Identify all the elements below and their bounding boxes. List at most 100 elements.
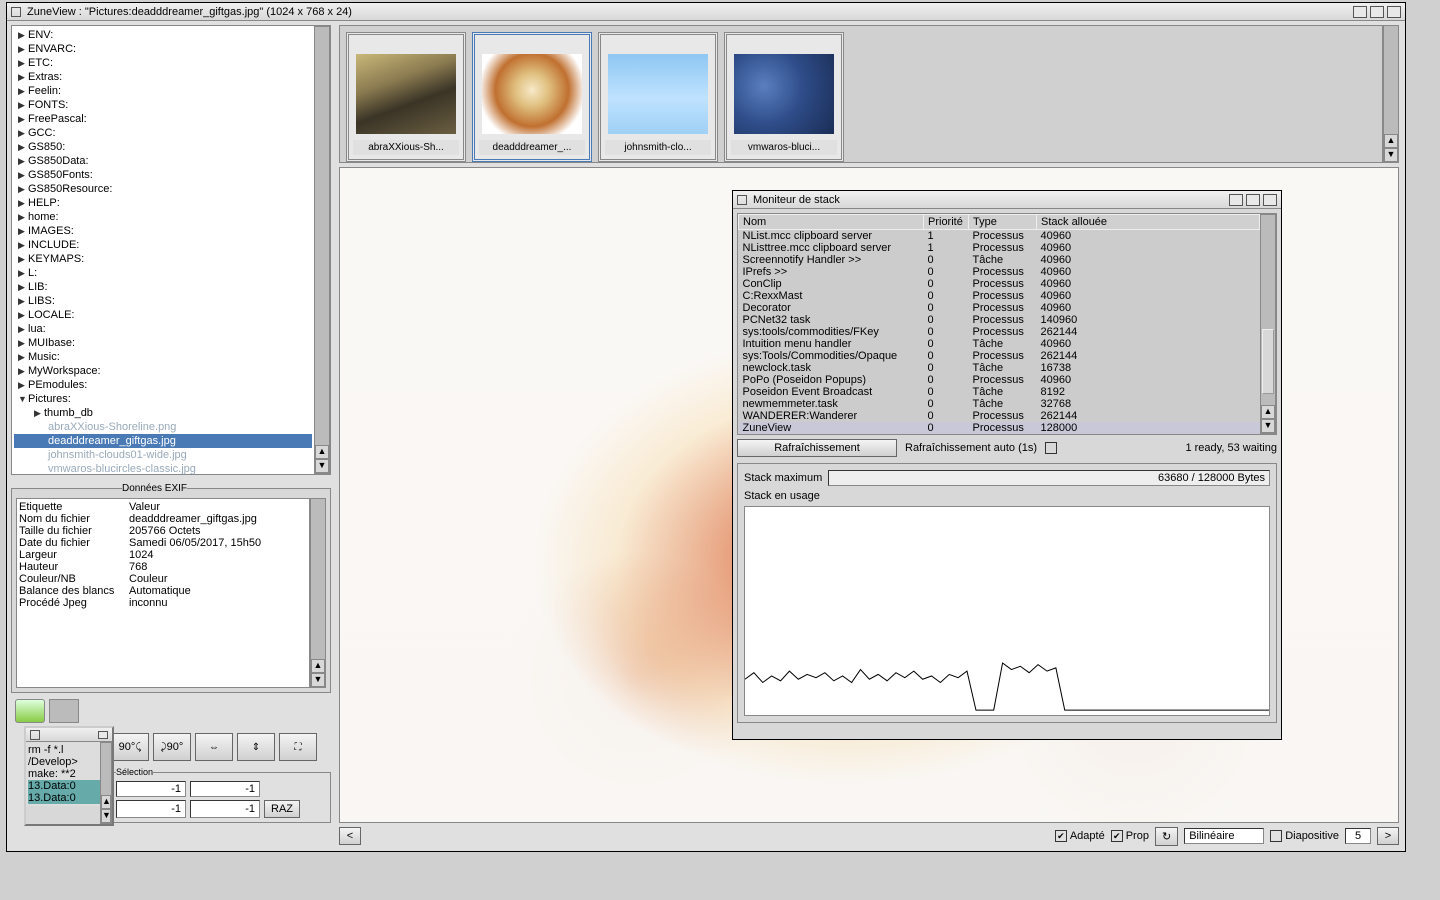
folder-row[interactable]: ▶GS850:: [14, 140, 312, 154]
folder-row[interactable]: ▶HELP:: [14, 196, 312, 210]
process-row[interactable]: C:RexxMast0Processus40960: [739, 290, 1260, 302]
thumbnail[interactable]: deadddreamer_...: [472, 32, 592, 162]
mini-scrollbar[interactable]: ▲▼: [100, 742, 112, 824]
process-row[interactable]: sys:tools/commodities/FKey0Processus2621…: [739, 326, 1260, 338]
main-titlebar[interactable]: ZuneView : "Pictures:deadddreamer_giftga…: [7, 3, 1405, 21]
monitor-titlebar[interactable]: Moniteur de stack: [733, 191, 1281, 209]
folder-row[interactable]: ▶GCC:: [14, 126, 312, 140]
rotate-cw-button[interactable]: ⤸90°: [153, 733, 191, 761]
cycle-filter-button[interactable]: ↻: [1155, 827, 1178, 846]
process-row[interactable]: NList.mcc clipboard server1Processus4096…: [739, 230, 1260, 243]
refresh-button[interactable]: Rafraîchissement: [737, 439, 897, 457]
process-row[interactable]: WANDERER:Wanderer0Processus262144: [739, 410, 1260, 422]
thumbnail[interactable]: johnsmith-clo...: [598, 32, 718, 162]
folder-row[interactable]: ▶Music:: [14, 350, 312, 364]
exif-scrollbar[interactable]: ▲▼: [310, 498, 326, 688]
diapo-check[interactable]: Diapositive: [1270, 830, 1339, 842]
monitor-depth-button[interactable]: [1263, 194, 1277, 206]
mini-depth-button[interactable]: [98, 731, 108, 739]
color-swatch-2[interactable]: [49, 699, 79, 723]
process-row[interactable]: PCNet32 task0Processus140960: [739, 314, 1260, 326]
folder-row[interactable]: ▶LIBS:: [14, 294, 312, 308]
sel-y1-input[interactable]: [190, 781, 260, 797]
rotate-ccw-button[interactable]: 90°⤹: [111, 733, 149, 761]
folder-row[interactable]: ▶ENV:: [14, 28, 312, 42]
auto-refresh-check[interactable]: [1045, 442, 1057, 454]
folder-thumbdb[interactable]: ▶thumb_db: [14, 406, 312, 420]
col-stack[interactable]: Stack allouée: [1037, 215, 1260, 230]
process-row[interactable]: sys:Tools/Commodities/Opaque0Processus26…: [739, 350, 1260, 362]
folder-row[interactable]: ▶FreePascal:: [14, 112, 312, 126]
prop-check[interactable]: ✔Prop: [1111, 830, 1149, 842]
diapo-seconds-input[interactable]: [1345, 828, 1371, 844]
flip-h-button[interactable]: ⇔: [195, 733, 233, 761]
folder-row[interactable]: ▶IMAGES:: [14, 224, 312, 238]
next-image-button[interactable]: >: [1377, 827, 1399, 845]
folder-row[interactable]: ▶Feelin:: [14, 84, 312, 98]
process-row[interactable]: Poseidon Event Broadcast0Tâche8192: [739, 386, 1260, 398]
folder-row[interactable]: ▶GS850Data:: [14, 154, 312, 168]
sel-x2-input[interactable]: [116, 800, 186, 818]
col-type[interactable]: Type: [969, 215, 1037, 230]
process-row[interactable]: PoPo (Poseidon Popups)0Processus40960: [739, 374, 1260, 386]
adapte-check[interactable]: ✔Adapté: [1055, 830, 1105, 842]
filter-select[interactable]: Bilinéaire: [1184, 828, 1264, 844]
process-row[interactable]: IPrefs >>0Processus40960: [739, 266, 1260, 278]
folder-row[interactable]: ▶FONTS:: [14, 98, 312, 112]
monitor-iconify-button[interactable]: [1229, 194, 1243, 206]
folder-row[interactable]: ▶INCLUDE:: [14, 238, 312, 252]
folder-row[interactable]: ▶Extras:: [14, 70, 312, 84]
process-row[interactable]: Intuition menu handler0Tâche40960: [739, 338, 1260, 350]
monitor-sysicon[interactable]: [737, 195, 747, 205]
folder-row[interactable]: ▶home:: [14, 210, 312, 224]
folder-row[interactable]: ▶GS850Fonts:: [14, 168, 312, 182]
scroll-up-icon[interactable]: ▲: [315, 445, 329, 459]
file-row[interactable]: deadddreamer_giftgas.jpg: [14, 434, 312, 448]
folder-row[interactable]: ▶MUIbase:: [14, 336, 312, 350]
folder-row[interactable]: ▶LIB:: [14, 280, 312, 294]
depth-button[interactable]: [1387, 6, 1401, 18]
raz-button[interactable]: RAZ: [264, 800, 300, 818]
thumbnail[interactable]: abraXXious-Sh...: [346, 32, 466, 162]
folder-row[interactable]: ▶L:: [14, 266, 312, 280]
prev-image-button[interactable]: <: [339, 827, 361, 845]
process-row[interactable]: Screennotify Handler >>0Tâche40960: [739, 254, 1260, 266]
process-row[interactable]: NListtree.mcc clipboard server1Processus…: [739, 242, 1260, 254]
folder-row[interactable]: ▶ETC:: [14, 56, 312, 70]
flip-v-button[interactable]: ⇕: [237, 733, 275, 761]
process-row[interactable]: ConClip0Processus40960: [739, 278, 1260, 290]
sel-x1-input[interactable]: [116, 781, 186, 797]
color-swatch-1[interactable]: [15, 699, 45, 723]
file-row[interactable]: abraXXious-Shoreline.png: [14, 420, 312, 434]
thumb-scrollbar[interactable]: ▲▼: [1383, 25, 1399, 163]
process-row[interactable]: Decorator0Processus40960: [739, 302, 1260, 314]
sel-y2-input[interactable]: [190, 800, 260, 818]
file-row[interactable]: johnsmith-clouds01-wide.jpg: [14, 448, 312, 462]
process-row[interactable]: ZuneView0Processus128000: [739, 422, 1260, 434]
folder-row[interactable]: ▶lua:: [14, 322, 312, 336]
file-row[interactable]: vmwaros-blucircles-classic.jpg: [14, 462, 312, 474]
thumb-area[interactable]: abraXXious-Sh...deadddreamer_...johnsmit…: [339, 25, 1383, 163]
fit-button[interactable]: ⛶: [279, 733, 317, 761]
table-scrollbar[interactable]: ▲▼: [1260, 214, 1276, 434]
col-priorite[interactable]: Priorité: [924, 215, 969, 230]
system-menu-icon[interactable]: [11, 7, 21, 17]
mini-sysicon[interactable]: [30, 730, 40, 740]
scroll-down-icon[interactable]: ▼: [315, 459, 329, 473]
mini-shell-window[interactable]: rm -f *.l /Develop> make: **2 13.Data:0 …: [24, 726, 114, 826]
thumbnail[interactable]: vmwaros-bluci...: [724, 32, 844, 162]
iconify-button[interactable]: [1353, 6, 1367, 18]
monitor-zoom-button[interactable]: [1246, 194, 1260, 206]
process-row[interactable]: newclock.task0Tâche16738: [739, 362, 1260, 374]
col-nom[interactable]: Nom: [739, 215, 924, 230]
process-row[interactable]: newmemmeter.task0Tâche32768: [739, 398, 1260, 410]
folder-row[interactable]: ▶LOCALE:: [14, 308, 312, 322]
zoom-button[interactable]: [1370, 6, 1384, 18]
folder-tree-list[interactable]: ▶ENV:▶ENVARC:▶ETC:▶Extras:▶Feelin:▶FONTS…: [12, 26, 314, 474]
folder-pictures[interactable]: ▼Pictures:: [14, 392, 312, 406]
folder-row[interactable]: ▶ENVARC:: [14, 42, 312, 56]
folder-row[interactable]: ▶GS850Resource:: [14, 182, 312, 196]
folder-row[interactable]: ▶KEYMAPS:: [14, 252, 312, 266]
folder-scrollbar[interactable]: ▲ ▼: [314, 26, 330, 474]
folder-row[interactable]: ▶PEmodules:: [14, 378, 312, 392]
